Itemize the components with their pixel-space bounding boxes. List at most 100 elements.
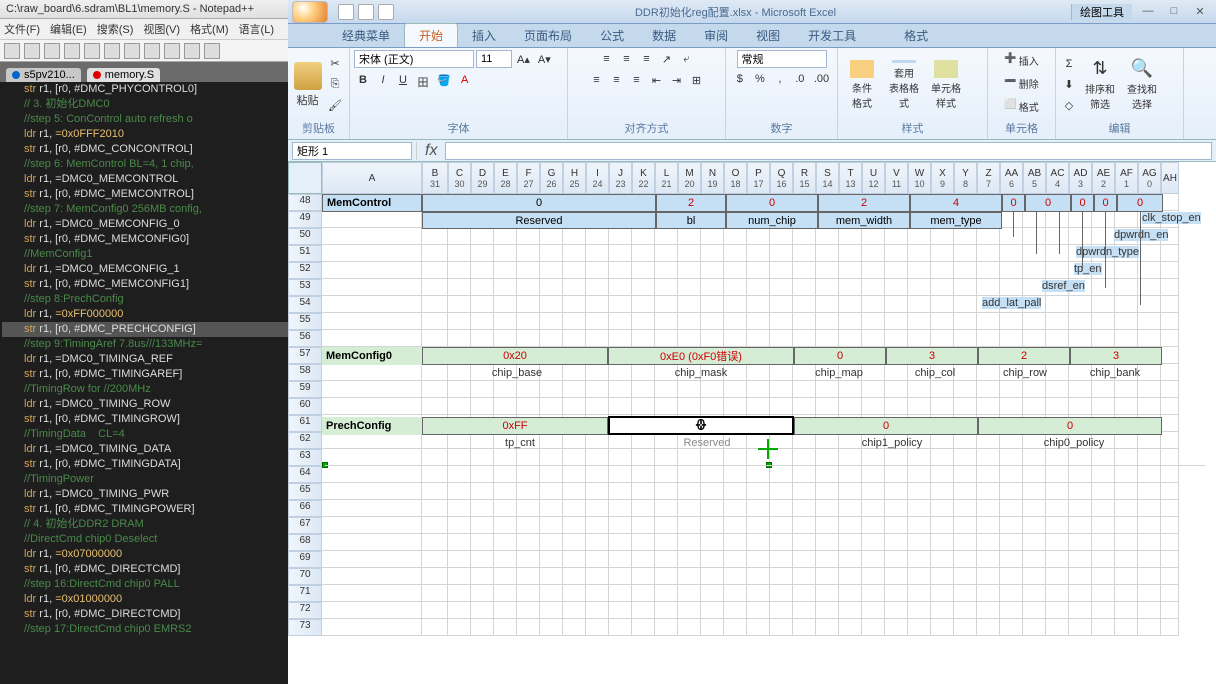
find-select-button[interactable]: 🔍查找和 选择 (1122, 57, 1162, 113)
col-header-P[interactable]: P17 (747, 162, 770, 194)
col-header-AG[interactable]: AG0 (1138, 162, 1161, 194)
row-header-60[interactable]: 60 (288, 398, 322, 415)
col-header-K[interactable]: K22 (632, 162, 655, 194)
cut-icon[interactable] (104, 43, 120, 59)
align-right-button[interactable]: ≡ (628, 71, 646, 90)
col-header-A[interactable]: A (322, 162, 422, 194)
col-header-D[interactable]: D29 (471, 162, 494, 194)
open-icon[interactable] (24, 43, 40, 59)
comma-button[interactable]: , (771, 70, 789, 88)
col-header-AE[interactable]: AE2 (1092, 162, 1115, 194)
italic-button[interactable]: I (374, 71, 392, 93)
merge-button[interactable]: ⊞ (688, 71, 706, 90)
row-header-49[interactable]: 49 (288, 211, 322, 228)
grow-font-button[interactable]: A▴ (514, 50, 533, 69)
copy-button[interactable]: ⎘ (325, 75, 345, 94)
row-header-52[interactable]: 52 (288, 262, 322, 279)
font-name-select[interactable] (354, 50, 474, 68)
border-button[interactable]: 田 (414, 71, 432, 93)
col-header-J[interactable]: J23 (609, 162, 632, 194)
new-icon[interactable] (4, 43, 20, 59)
row-header-68[interactable]: 68 (288, 534, 322, 551)
align-top-button[interactable]: ≡ (598, 50, 616, 69)
inc-decimal-button[interactable]: .0 (791, 70, 809, 88)
print-icon[interactable] (84, 43, 100, 59)
cell-style-button[interactable]: 单元格 样式 (926, 57, 966, 113)
tab-s5pv210[interactable]: s5pv210... (6, 68, 81, 82)
tab-insert[interactable]: 插入 (458, 24, 510, 47)
row-header-64[interactable]: 64 (288, 466, 322, 483)
row-header-56[interactable]: 56 (288, 330, 322, 347)
col-header-S[interactable]: S14 (816, 162, 839, 194)
format-painter-button[interactable]: 🖌 (325, 96, 345, 115)
cond-format-button[interactable]: 条件 格式 (842, 57, 882, 113)
col-header-V[interactable]: V11 (885, 162, 908, 194)
row-header-69[interactable]: 69 (288, 551, 322, 568)
col-header-I[interactable]: I24 (586, 162, 609, 194)
name-box[interactable]: 矩形 1 (292, 142, 412, 160)
currency-button[interactable]: $ (731, 70, 749, 88)
formula-bar[interactable] (445, 142, 1212, 160)
maximize-icon[interactable]: □ (1162, 5, 1186, 18)
prechconfig-f1-selected[interactable]: 0✛ (608, 416, 794, 435)
align-bot-button[interactable]: ≡ (638, 50, 656, 69)
format-cells-button[interactable]: ⬜格式 (1001, 96, 1041, 117)
align-mid-button[interactable]: ≡ (618, 50, 636, 69)
row-header-59[interactable]: 59 (288, 381, 322, 398)
percent-button[interactable]: % (751, 70, 769, 88)
dec-decimal-button[interactable]: .00 (811, 70, 832, 88)
font-color-button[interactable]: A (456, 71, 474, 93)
row-header-61[interactable]: 61 (288, 415, 322, 432)
delete-cells-button[interactable]: ➖删除 (1001, 73, 1041, 94)
menu-search[interactable]: 搜索(S) (97, 21, 134, 37)
menu-edit[interactable]: 编辑(E) (50, 21, 87, 37)
tab-dev[interactable]: 开发工具 (794, 24, 870, 47)
saveall-icon[interactable] (64, 43, 80, 59)
row-header-71[interactable]: 71 (288, 585, 322, 602)
align-center-button[interactable]: ≡ (608, 71, 626, 90)
autosum-button[interactable]: Σ (1060, 55, 1078, 73)
align-left-button[interactable]: ≡ (588, 71, 606, 90)
tab-layout[interactable]: 页面布局 (510, 24, 586, 47)
menu-format[interactable]: 格式(M) (190, 21, 229, 37)
minimize-icon[interactable]: — (1136, 5, 1160, 18)
row-header-65[interactable]: 65 (288, 483, 322, 500)
tab-classic[interactable]: 经典菜单 (328, 24, 404, 47)
undo-icon[interactable] (358, 4, 374, 20)
save-icon[interactable] (44, 43, 60, 59)
row-header-55[interactable]: 55 (288, 313, 322, 330)
col-header-W[interactable]: W10 (908, 162, 931, 194)
tab-home[interactable]: 开始 (404, 23, 458, 47)
row-header-70[interactable]: 70 (288, 568, 322, 585)
worksheet[interactable]: AB31C30D29E28F27G26H25I24J23K22L21M20N19… (288, 162, 1216, 684)
redo-icon[interactable] (378, 4, 394, 20)
col-header-AH[interactable]: AH (1161, 162, 1179, 194)
fill-color-button[interactable]: 🪣 (434, 71, 454, 93)
paste-button[interactable]: 粘贴 (292, 57, 323, 113)
undo-icon[interactable] (164, 43, 180, 59)
tab-format[interactable]: 格式 (890, 24, 942, 47)
col-header-Z[interactable]: Z7 (977, 162, 1000, 194)
col-header-AD[interactable]: AD3 (1069, 162, 1092, 194)
row-header-63[interactable]: 63 (288, 449, 322, 466)
code-editor[interactable]: str r1, [r0, #DMC_PHYCONTROL0]// 3. 初始化D… (0, 82, 288, 684)
tab-view[interactable]: 视图 (742, 24, 794, 47)
row-header-54[interactable]: 54 (288, 296, 322, 313)
col-header-AC[interactable]: AC4 (1046, 162, 1069, 194)
underline-button[interactable]: U (394, 71, 412, 93)
row-header-67[interactable]: 67 (288, 517, 322, 534)
row-header-66[interactable]: 66 (288, 500, 322, 517)
col-header-O[interactable]: O18 (724, 162, 747, 194)
col-header-Q[interactable]: Q16 (770, 162, 793, 194)
drawing-tools-tab[interactable]: 绘图工具 (1071, 4, 1132, 20)
col-header-X[interactable]: X9 (931, 162, 954, 194)
office-button-icon[interactable] (292, 1, 328, 23)
col-header-H[interactable]: H25 (563, 162, 586, 194)
tab-memory-s[interactable]: memory.S (87, 68, 160, 82)
col-header-M[interactable]: M20 (678, 162, 701, 194)
col-header-C[interactable]: C30 (448, 162, 471, 194)
tab-formula[interactable]: 公式 (586, 24, 638, 47)
find-icon[interactable] (204, 43, 220, 59)
tab-data[interactable]: 数据 (638, 24, 690, 47)
copy-icon[interactable] (124, 43, 140, 59)
